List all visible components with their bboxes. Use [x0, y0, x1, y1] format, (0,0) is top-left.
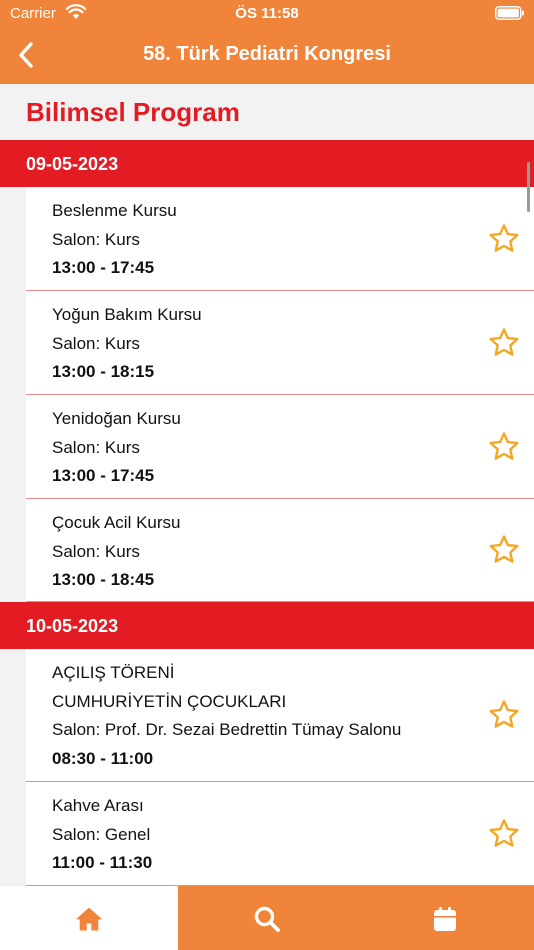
page-title: Bilimsel Program [26, 97, 240, 127]
status-time: ÖS 11:58 [235, 5, 299, 22]
star-icon[interactable] [488, 534, 520, 566]
session-hall: Salon: Kurs [52, 333, 140, 353]
session-title: Kahve Arası [52, 796, 144, 815]
star-icon[interactable] [488, 818, 520, 850]
app-screen: Carrier ÖS 11:58 58. Türk Pediatri Kongr… [0, 0, 534, 950]
session-title: Çocuk Acil Kursu [52, 513, 181, 532]
nav-bar: 58. Türk Pediatri Kongresi [0, 28, 534, 84]
tab-search[interactable] [178, 886, 356, 950]
session-hall: Salon: Genel [52, 824, 151, 844]
session-time: 13:00 - 18:45 [52, 570, 155, 589]
session-time: 13:00 - 17:45 [52, 258, 155, 277]
home-icon [76, 907, 102, 931]
session-time: 13:00 - 18:15 [52, 362, 155, 381]
chevron-left-icon [19, 42, 33, 68]
session-hall: Salon: Kurs [52, 229, 140, 249]
date-header: 10-05-2023 [0, 602, 534, 649]
back-button[interactable] [14, 40, 38, 70]
session-time: 11:00 - 11:30 [52, 853, 153, 872]
session-title: Yoğun Bakım Kursu [52, 305, 202, 324]
session-item[interactable]: AÇILIŞ TÖRENİ CUMHURİYETİN ÇOCUKLARI Sal… [26, 649, 534, 782]
star-icon[interactable] [488, 699, 520, 731]
date-header: 09-05-2023 [0, 140, 534, 187]
session-item[interactable]: Yoğun Bakım Kursu Salon: Kurs 13:00 - 18… [26, 291, 534, 395]
star-icon[interactable] [488, 223, 520, 255]
nav-title: 58. Türk Pediatri Kongresi [143, 43, 391, 65]
session-item[interactable]: Kahve Arası Salon: Genel 11:00 - 11:30 [26, 782, 534, 886]
session-subtitle: CUMHURİYETİN ÇOCUKLARI [52, 691, 287, 711]
session-time: 08:30 - 11:00 [52, 748, 154, 768]
search-icon [254, 906, 280, 932]
tab-bar [0, 886, 534, 950]
session-hall: Salon: Kurs [52, 437, 140, 457]
battery-icon [495, 6, 524, 20]
session-hall: Salon: Kurs [52, 541, 140, 561]
session-title: Beslenme Kursu [52, 201, 177, 220]
star-icon[interactable] [488, 327, 520, 359]
session-title: Yenidoğan Kursu [52, 409, 181, 428]
status-bar: Carrier ÖS 11:58 [0, 0, 534, 28]
scrollbar[interactable] [527, 162, 530, 212]
star-icon[interactable] [488, 431, 520, 463]
session-time: 13:00 - 17:45 [52, 466, 155, 485]
calendar-icon [434, 907, 456, 931]
tab-home[interactable] [0, 886, 178, 950]
session-hall: Salon: Prof. Dr. Sezai Bedrettin Tümay S… [52, 720, 402, 739]
session-title: AÇILIŞ TÖRENİ [52, 663, 175, 682]
program-list[interactable]: 09-05-2023 Beslenme Kursu Salon: Kurs 13… [0, 140, 534, 886]
tab-calendar[interactable] [356, 886, 534, 950]
session-item[interactable]: Çocuk Acil Kursu Salon: Kurs 13:00 - 18:… [26, 499, 534, 602]
session-item[interactable]: Beslenme Kursu Salon: Kurs 13:00 - 17:45 [26, 187, 534, 291]
header: Carrier ÖS 11:58 58. Türk Pediatri Kongr… [0, 0, 534, 84]
session-item[interactable]: Yenidoğan Kursu Salon: Kurs 13:00 - 17:4… [26, 395, 534, 499]
